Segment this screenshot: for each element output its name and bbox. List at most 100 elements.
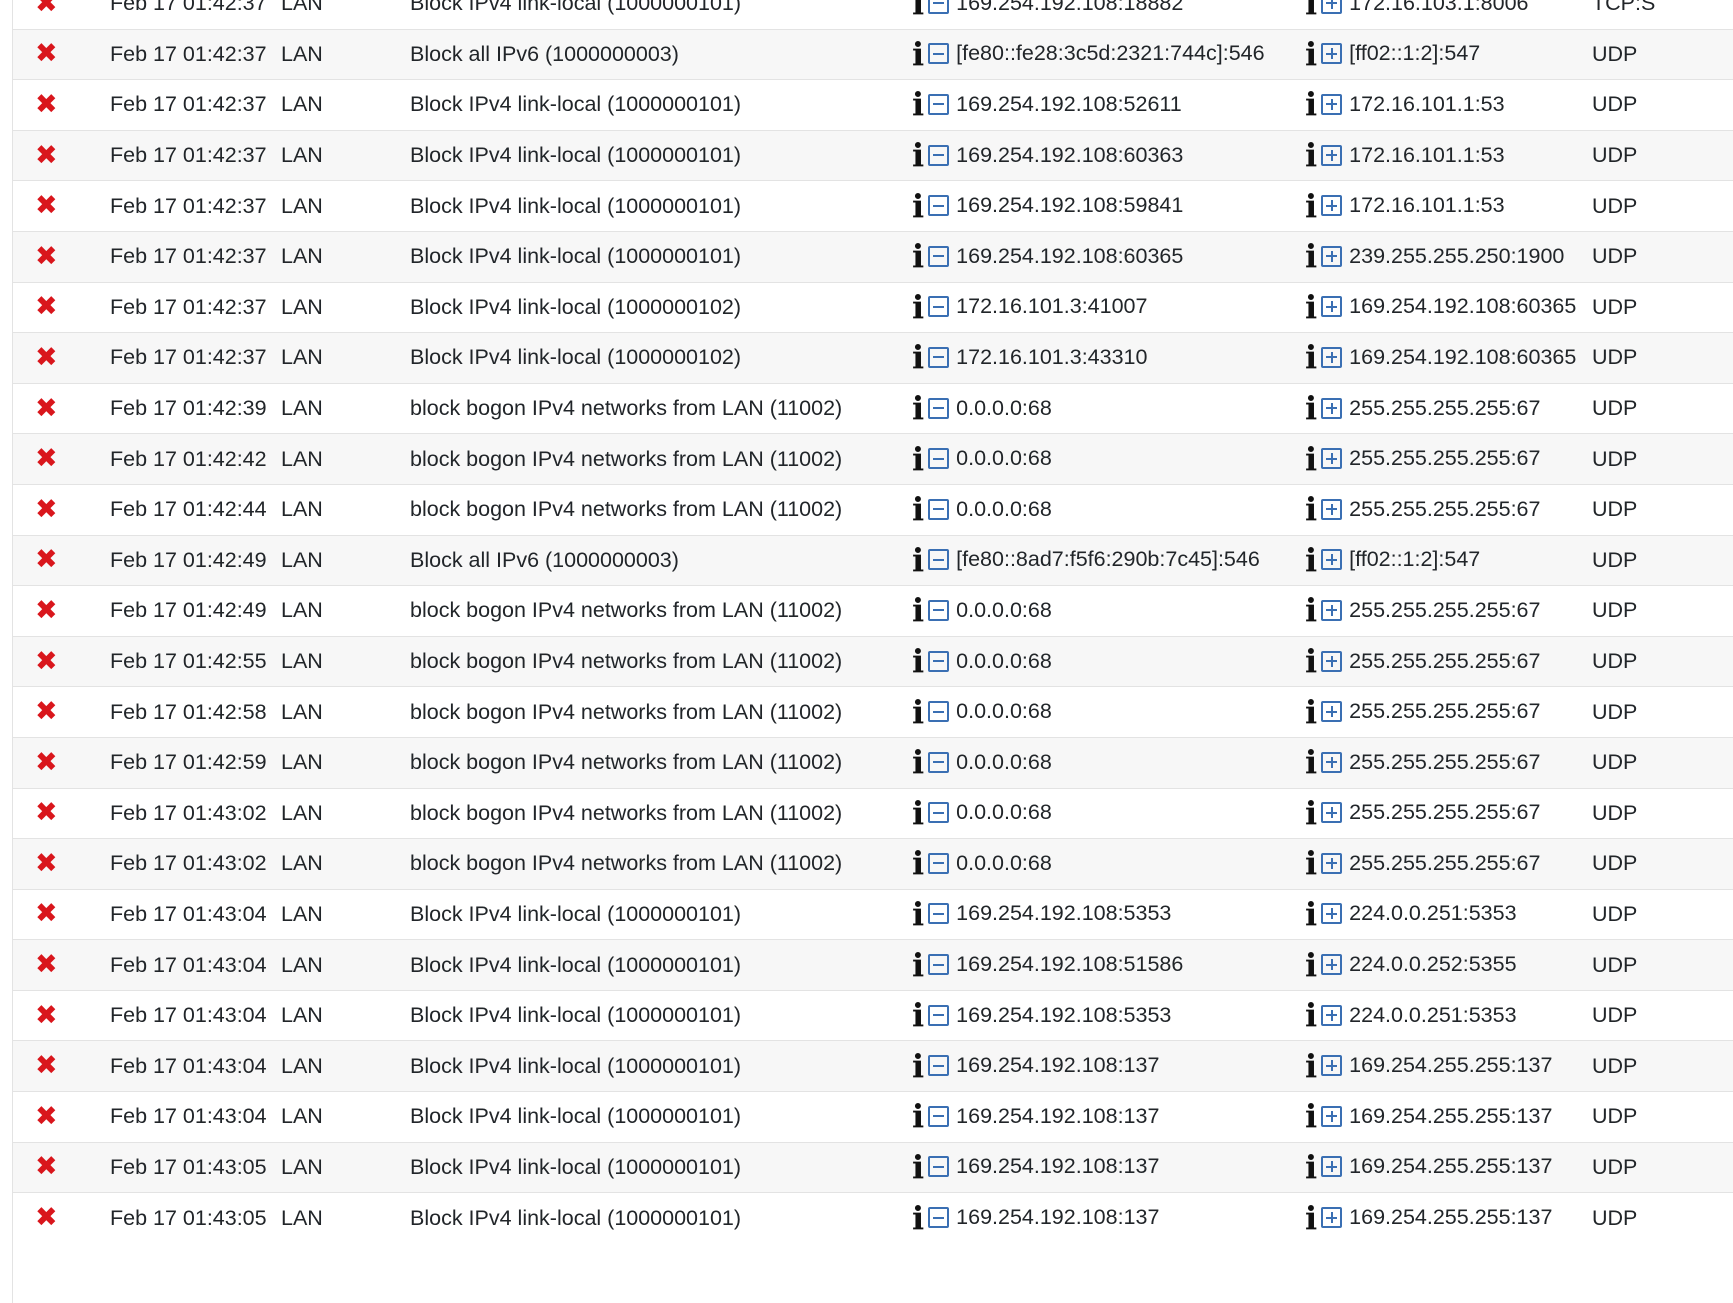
block-x-icon[interactable]: ✖ — [35, 749, 58, 776]
plus-square-icon[interactable] — [1321, 549, 1343, 571]
plus-square-icon[interactable] — [1321, 802, 1343, 824]
plus-square-icon[interactable] — [1321, 599, 1343, 621]
log-rule[interactable]: Block IPv4 link-local (1000000101) — [410, 1054, 741, 1078]
info-icon[interactable]: i — [912, 88, 924, 120]
plus-square-icon[interactable] — [1321, 954, 1343, 976]
minus-square-icon[interactable] — [928, 599, 950, 621]
minus-square-icon[interactable] — [928, 1055, 950, 1077]
plus-square-icon[interactable] — [1321, 296, 1343, 318]
plus-square-icon[interactable] — [1321, 751, 1343, 773]
info-icon[interactable]: i — [912, 392, 924, 424]
info-icon[interactable]: i — [912, 645, 924, 677]
info-icon[interactable]: i — [912, 240, 924, 272]
log-rule[interactable]: block bogon IPv4 networks from LAN (1100… — [410, 497, 842, 521]
info-icon[interactable]: i — [1305, 696, 1317, 728]
log-rule[interactable]: Block IPv4 link-local (1000000101) — [410, 902, 741, 926]
info-icon[interactable]: i — [1305, 443, 1317, 475]
plus-square-icon[interactable] — [1321, 144, 1343, 166]
log-rule[interactable]: Block IPv4 link-local (1000000102) — [410, 345, 741, 369]
log-rule[interactable]: Block IPv4 link-local (1000000101) — [410, 1206, 741, 1230]
info-icon[interactable]: i — [912, 898, 924, 930]
minus-square-icon[interactable] — [928, 1105, 950, 1127]
minus-square-icon[interactable] — [928, 397, 950, 419]
minus-square-icon[interactable] — [928, 650, 950, 672]
plus-square-icon[interactable] — [1321, 1207, 1343, 1229]
log-rule[interactable]: block bogon IPv4 networks from LAN (1100… — [410, 700, 842, 724]
info-icon[interactable]: i — [912, 847, 924, 879]
minus-square-icon[interactable] — [928, 346, 950, 368]
block-x-icon[interactable]: ✖ — [35, 1204, 58, 1231]
plus-square-icon[interactable] — [1321, 1055, 1343, 1077]
plus-square-icon[interactable] — [1321, 0, 1343, 14]
info-icon[interactable]: i — [912, 493, 924, 525]
info-icon[interactable]: i — [1305, 190, 1317, 222]
info-icon[interactable]: i — [1305, 0, 1317, 19]
plus-square-icon[interactable] — [1321, 397, 1343, 419]
block-x-icon[interactable]: ✖ — [35, 951, 58, 978]
block-x-icon[interactable]: ✖ — [35, 395, 58, 422]
info-icon[interactable]: i — [912, 1050, 924, 1082]
minus-square-icon[interactable] — [928, 852, 950, 874]
plus-square-icon[interactable] — [1321, 346, 1343, 368]
info-icon[interactable]: i — [1305, 594, 1317, 626]
log-rule[interactable]: Block IPv4 link-local (1000000101) — [410, 1155, 741, 1179]
info-icon[interactable]: i — [1305, 38, 1317, 70]
info-icon[interactable]: i — [1305, 291, 1317, 323]
log-rule[interactable]: Block IPv4 link-local (1000000101) — [410, 1003, 741, 1027]
plus-square-icon[interactable] — [1321, 1004, 1343, 1026]
plus-square-icon[interactable] — [1321, 1156, 1343, 1178]
block-x-icon[interactable]: ✖ — [35, 1052, 58, 1079]
plus-square-icon[interactable] — [1321, 650, 1343, 672]
info-icon[interactable]: i — [912, 291, 924, 323]
log-rule[interactable]: Block IPv4 link-local (1000000101) — [410, 1104, 741, 1128]
minus-square-icon[interactable] — [928, 498, 950, 520]
info-icon[interactable]: i — [912, 999, 924, 1031]
block-x-icon[interactable]: ✖ — [35, 243, 58, 270]
log-rule[interactable]: Block all IPv6 (1000000003) — [410, 548, 679, 572]
info-icon[interactable]: i — [912, 1202, 924, 1234]
info-icon[interactable]: i — [1305, 797, 1317, 829]
info-icon[interactable]: i — [912, 443, 924, 475]
block-x-icon[interactable]: ✖ — [35, 1103, 58, 1130]
minus-square-icon[interactable] — [928, 1207, 950, 1229]
info-icon[interactable]: i — [1305, 645, 1317, 677]
block-x-icon[interactable]: ✖ — [35, 142, 58, 169]
info-icon[interactable]: i — [912, 0, 924, 19]
plus-square-icon[interactable] — [1321, 701, 1343, 723]
info-icon[interactable]: i — [912, 594, 924, 626]
minus-square-icon[interactable] — [928, 1004, 950, 1026]
log-rule[interactable]: Block IPv4 link-local (1000000101) — [410, 92, 741, 116]
minus-square-icon[interactable] — [928, 954, 950, 976]
log-rule[interactable]: Block IPv4 link-local (1000000101) — [410, 244, 741, 268]
log-rule[interactable]: Block IPv4 link-local (1000000101) — [410, 953, 741, 977]
block-x-icon[interactable]: ✖ — [35, 496, 58, 523]
minus-square-icon[interactable] — [928, 701, 950, 723]
block-x-icon[interactable]: ✖ — [35, 91, 58, 118]
block-x-icon[interactable]: ✖ — [35, 597, 58, 624]
info-icon[interactable]: i — [912, 190, 924, 222]
info-icon[interactable]: i — [1305, 392, 1317, 424]
minus-square-icon[interactable] — [928, 195, 950, 217]
plus-square-icon[interactable] — [1321, 93, 1343, 115]
info-icon[interactable]: i — [1305, 1202, 1317, 1234]
block-x-icon[interactable]: ✖ — [35, 40, 58, 67]
minus-square-icon[interactable] — [928, 296, 950, 318]
plus-square-icon[interactable] — [1321, 245, 1343, 267]
log-rule[interactable]: block bogon IPv4 networks from LAN (1100… — [410, 851, 842, 875]
log-rule[interactable]: Block all IPv6 (1000000003) — [410, 42, 679, 66]
minus-square-icon[interactable] — [928, 144, 950, 166]
log-rule[interactable]: Block IPv4 link-local (1000000102) — [410, 295, 741, 319]
block-x-icon[interactable]: ✖ — [35, 445, 58, 472]
block-x-icon[interactable]: ✖ — [35, 344, 58, 371]
minus-square-icon[interactable] — [928, 245, 950, 267]
log-rule[interactable]: Block IPv4 link-local (1000000101) — [410, 0, 741, 15]
block-x-icon[interactable]: ✖ — [35, 0, 58, 17]
info-icon[interactable]: i — [1305, 544, 1317, 576]
minus-square-icon[interactable] — [928, 903, 950, 925]
info-icon[interactable]: i — [1305, 139, 1317, 171]
info-icon[interactable]: i — [1305, 898, 1317, 930]
info-icon[interactable]: i — [1305, 949, 1317, 981]
log-rule[interactable]: Block IPv4 link-local (1000000101) — [410, 143, 741, 167]
plus-square-icon[interactable] — [1321, 498, 1343, 520]
minus-square-icon[interactable] — [928, 0, 950, 14]
